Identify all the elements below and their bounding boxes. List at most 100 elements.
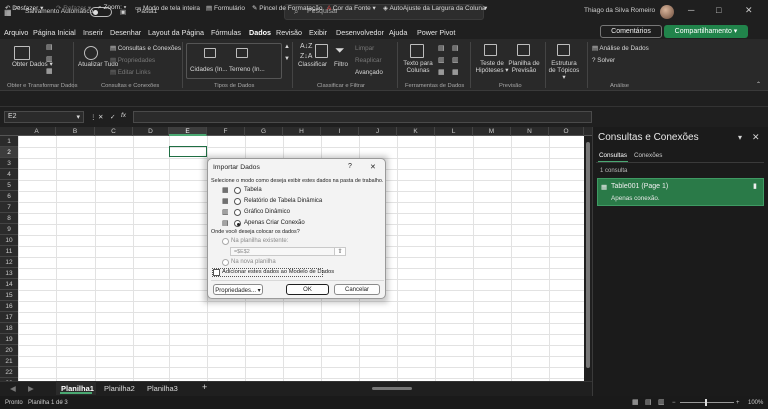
- column-header-m[interactable]: M: [473, 127, 511, 136]
- row-header-22[interactable]: 22: [0, 367, 18, 378]
- row-header-14[interactable]: 14: [0, 279, 18, 290]
- avancado-button[interactable]: Avançado: [355, 69, 383, 76]
- radio-planilha-existente[interactable]: [222, 238, 229, 245]
- gallery-down-icon[interactable]: ▼: [284, 56, 290, 63]
- zoom-level[interactable]: 100%: [748, 400, 763, 406]
- zoom-slider-thumb[interactable]: [705, 399, 707, 406]
- column-header-a[interactable]: A: [18, 127, 56, 136]
- solver-button[interactable]: ? Solver: [592, 57, 615, 64]
- row-header-4[interactable]: 4: [0, 169, 18, 180]
- zoom-in-icon[interactable]: +: [736, 400, 740, 406]
- tab-layout[interactable]: Layout da Página: [148, 28, 204, 37]
- row-header-15[interactable]: 15: [0, 290, 18, 301]
- radio-nova-planilha[interactable]: [222, 259, 229, 266]
- row-header-9[interactable]: 9: [0, 224, 18, 235]
- column-header-j[interactable]: J: [359, 127, 397, 136]
- comments-button[interactable]: Comentários: [600, 25, 662, 38]
- dialog-close-icon[interactable]: ✕: [370, 163, 376, 171]
- formula-input[interactable]: [133, 111, 592, 123]
- sheet-tab-planilha1[interactable]: Planilha1: [61, 384, 94, 393]
- share-button[interactable]: Compartilhamento ▾: [664, 25, 748, 38]
- vertical-scrollbar[interactable]: [584, 136, 592, 393]
- sort-za-icon[interactable]: Z↓A: [300, 53, 312, 61]
- help-icon[interactable]: ?: [348, 163, 352, 170]
- row-header-16[interactable]: 16: [0, 301, 18, 312]
- get-data-icon-2[interactable]: ▥: [46, 56, 53, 64]
- tab-revisao[interactable]: Revisão: [276, 28, 302, 37]
- query-refresh-icon[interactable]: ▮: [753, 182, 757, 190]
- confirm-formula-icon[interactable]: ✓: [110, 113, 115, 121]
- texto-colunas-button[interactable]: Texto para Colunas: [402, 60, 434, 74]
- consolidate-icon[interactable]: ▤: [452, 45, 459, 53]
- flash-fill-icon[interactable]: ▤: [438, 45, 445, 53]
- data-model-icon[interactable]: ▦: [452, 69, 459, 77]
- more-icon[interactable]: ⋮: [90, 113, 97, 121]
- column-header-d[interactable]: D: [133, 127, 169, 136]
- properties-button[interactable]: Propriedades... ▾: [213, 284, 263, 295]
- zoom-out-icon[interactable]: −: [672, 400, 676, 406]
- tab-formulas[interactable]: Fórmulas: [211, 28, 241, 37]
- next-sheet-icon[interactable]: ▶: [28, 384, 34, 393]
- add-model-checkbox[interactable]: [213, 269, 220, 276]
- analise-dados-button[interactable]: ▤ Análise de Dados: [592, 45, 649, 52]
- radio-tabela[interactable]: [234, 187, 241, 194]
- row-header-21[interactable]: 21: [0, 356, 18, 367]
- row-header-19[interactable]: 19: [0, 334, 18, 345]
- remove-dup-icon[interactable]: ▥: [438, 57, 445, 65]
- range-input[interactable]: =$E$2: [230, 247, 346, 256]
- row-header-1[interactable]: 1: [0, 136, 18, 147]
- column-header-o[interactable]: O: [549, 127, 584, 136]
- row-header-17[interactable]: 17: [0, 312, 18, 323]
- name-box-dropdown-icon[interactable]: ▾: [76, 113, 80, 121]
- row-header-10[interactable]: 10: [0, 235, 18, 246]
- radio-grafico-dinamico[interactable]: [234, 209, 241, 216]
- cancel-button[interactable]: Cancelar: [334, 284, 380, 295]
- ok-button[interactable]: OK: [286, 284, 329, 295]
- row-header-2[interactable]: 2: [0, 147, 18, 158]
- name-box[interactable]: E2 ▾: [4, 111, 84, 123]
- row-header-18[interactable]: 18: [0, 323, 18, 334]
- sheet-tab-planilha3[interactable]: Planilha3: [147, 384, 178, 393]
- tab-desenhar[interactable]: Desenhar: [110, 28, 141, 37]
- prev-sheet-icon[interactable]: ◀: [10, 384, 16, 393]
- maximize-icon[interactable]: □: [716, 5, 721, 15]
- tab-exibir[interactable]: Exibir: [309, 28, 327, 37]
- accessibility-icon[interactable]: ◌: [60, 399, 64, 405]
- close-window-icon[interactable]: ✕: [745, 5, 753, 16]
- tab-ajuda[interactable]: Ajuda: [389, 28, 407, 37]
- column-header-i[interactable]: I: [321, 127, 359, 136]
- get-data-icon-3[interactable]: ▦: [46, 68, 53, 76]
- ribbon-collapse-icon[interactable]: ⌃: [756, 82, 761, 89]
- cor-fonte-button[interactable]: A Cor da Fonte ▾: [327, 4, 376, 12]
- teste-hipoteses-button[interactable]: Teste de Hipóteses ▾: [475, 60, 509, 74]
- column-header-c[interactable]: C: [95, 127, 133, 136]
- row-header-5[interactable]: 5: [0, 180, 18, 191]
- consultas-conexoes-button[interactable]: ▤ Consultas e Conexões: [110, 45, 181, 52]
- gallery-up-icon[interactable]: ▲: [284, 44, 290, 51]
- row-header-7[interactable]: 7: [0, 202, 18, 213]
- radio-apenas-conexao[interactable]: [234, 220, 241, 227]
- selected-cell[interactable]: [169, 146, 207, 157]
- row-header-20[interactable]: 20: [0, 345, 18, 356]
- autoajuste-button[interactable]: ◈ AutoAjuste da Largura da Coluna: [383, 4, 486, 12]
- pane-close-icon[interactable]: ✕: [752, 132, 760, 143]
- column-header-g[interactable]: G: [245, 127, 283, 136]
- zoom-button[interactable]: ⌕ Zoom: ▾: [98, 4, 126, 12]
- tab-pagina-inicial[interactable]: Página Inicial: [33, 28, 76, 37]
- filtro-button[interactable]: Filtro: [334, 61, 348, 68]
- add-sheet-button[interactable]: +: [202, 382, 207, 392]
- terreno-button[interactable]: Terreno (In...: [229, 66, 265, 73]
- normal-view-icon[interactable]: ▦: [632, 398, 639, 406]
- row-header-11[interactable]: 11: [0, 246, 18, 257]
- column-header-n[interactable]: N: [511, 127, 549, 136]
- relations-icon[interactable]: ▥: [452, 57, 459, 65]
- qat-customize-icon[interactable]: ▾: [484, 4, 487, 12]
- row-header-13[interactable]: 13: [0, 268, 18, 279]
- data-types-gallery[interactable]: [186, 43, 282, 79]
- row-header-3[interactable]: 3: [0, 158, 18, 169]
- page-break-icon[interactable]: ▥: [658, 398, 665, 406]
- column-header-h[interactable]: H: [283, 127, 321, 136]
- column-header-e[interactable]: E: [169, 127, 207, 136]
- hscroll-thumb[interactable]: [372, 387, 412, 390]
- column-header-f[interactable]: F: [207, 127, 245, 136]
